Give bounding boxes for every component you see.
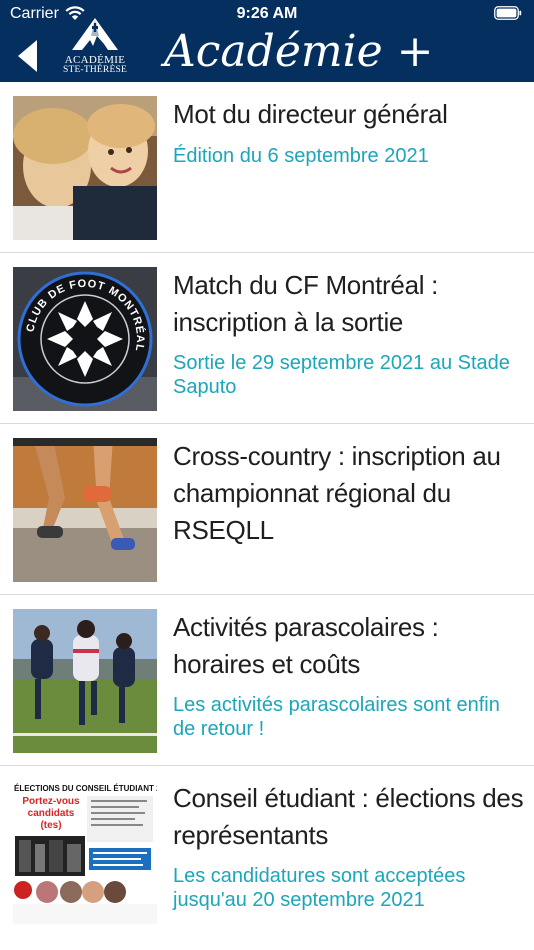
news-item-conseil-etudiant[interactable]: ÉLECTIONS DU CONSEIL ÉTUDIANT 2021-22 Po… [0,766,534,937]
chevron-left-icon [18,40,37,72]
news-item-parascolaires[interactable]: Activités parascolaires : horaires et co… [0,595,534,766]
news-title: Match du CF Montréal : inscription à la … [173,270,439,337]
school-logo: ACADÉMIE STE-THÉRÈSE [60,16,130,82]
news-subtitle: Les activités parascolaires sont enfin d… [173,694,500,740]
list-bottom-area [0,934,534,950]
news-title: Cross-country : inscription au championn… [173,441,501,545]
news-item-directeur[interactable]: Mot du directeur général Édition du 6 se… [0,82,534,253]
poster-header-text: ÉLECTIONS DU CONSEIL ÉTUDIANT 2021-22 [14,784,157,793]
thumb-football-image [13,609,157,753]
news-title: Activités parascolaires : horaires et co… [173,612,439,679]
thumb-runners-image [13,438,157,582]
news-subtitle: Les candidatures sont acceptées jusqu'au… [173,865,466,911]
back-button[interactable] [8,36,48,76]
news-item-cross-country[interactable]: Cross-country : inscription au championn… [0,424,534,595]
news-subtitle: Sortie le 29 septembre 2021 au Stade Sap… [173,352,510,398]
logo-text-ste-therese: STE-THÉRÈSE [63,65,127,75]
thumb-election-poster-image: ÉLECTIONS DU CONSEIL ÉTUDIANT 2021-22 Po… [13,780,157,924]
news-list: Mot du directeur général Édition du 6 se… [0,82,534,937]
news-item-cf-montreal[interactable]: CLUB DE FOOT MONTRÉAL Match du CF Montré… [0,253,534,424]
battery-icon [494,6,522,20]
news-title: Mot du directeur général [173,99,448,129]
thumb-students-image [13,96,157,240]
news-title: Conseil étudiant : élections des représe… [173,783,524,850]
poster-callout-text: Portez-vous candidats (tes) [22,796,80,831]
thumb-cf-montreal-logo: CLUB DE FOOT MONTRÉAL [13,267,157,411]
news-subtitle: Édition du 6 septembre 2021 [173,145,429,167]
nav-bar: ACADÉMIE STE-THÉRÈSE Académie + [0,18,534,82]
app-title: Académie + [164,26,434,77]
logo-mountain-icon [72,18,118,50]
